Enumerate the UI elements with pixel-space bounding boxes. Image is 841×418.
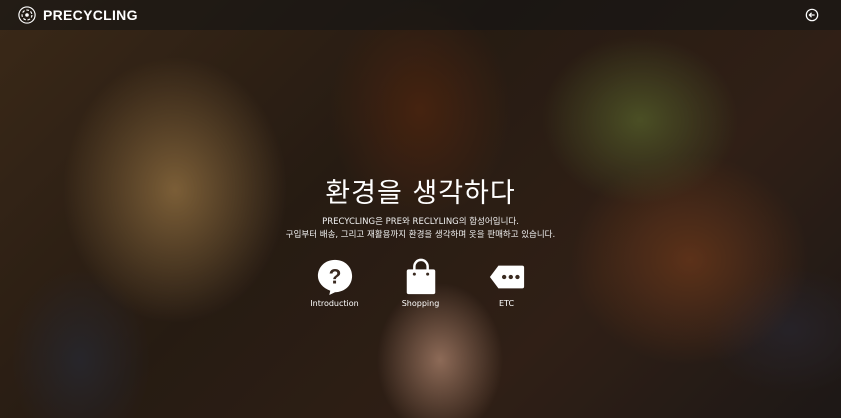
recycle-logo-icon [18, 6, 36, 24]
logo-link[interactable]: PRECYCLING [18, 6, 138, 24]
hero-title: 환경을 생각하다 [325, 178, 516, 209]
menu-item-introduction[interactable]: ? Introduction [308, 258, 362, 308]
logout-icon[interactable] [805, 8, 819, 22]
brand-name: PRECYCLING [43, 7, 138, 23]
shopping-bag-icon [406, 258, 435, 295]
question-bubble-icon: ? [317, 259, 352, 296]
svg-text:?: ? [328, 266, 341, 289]
hero-description-line-2: 구입부터 배송, 그리고 재활용까지 환경을 생각하며 옷을 판매하고 있습니다… [285, 230, 556, 240]
more-tag-icon [489, 265, 524, 289]
main-menu: ? Introduction Shopping ETC [0, 258, 841, 308]
menu-label-etc: ETC [498, 299, 515, 308]
menu-item-shopping[interactable]: Shopping [394, 258, 448, 308]
menu-label-shopping: Shopping [401, 299, 440, 308]
hero-section: 환경을 생각하다 PRECYCLING은 PRE와 RECLYLING의 합성어… [0, 172, 841, 242]
menu-item-etc[interactable]: ETC [480, 258, 534, 308]
top-navbar: PRECYCLING [0, 0, 841, 30]
menu-label-introduction: Introduction [310, 299, 359, 308]
hero-description-line-1: PRECYCLING은 PRE와 RECLYLING의 합성어입니다. [322, 217, 519, 227]
